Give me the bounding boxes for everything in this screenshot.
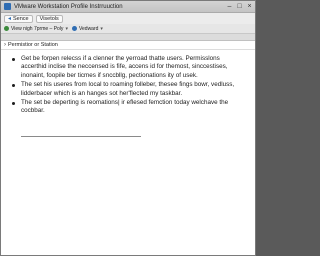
list-item: The set be deperting is reomations| ir e… xyxy=(11,99,245,116)
close-button[interactable]: × xyxy=(245,2,254,11)
main-toolbar: ◂ Sence Visetols xyxy=(1,13,255,24)
toolbar-separator-strip xyxy=(1,34,255,41)
chevron-down-icon: ▾ xyxy=(65,25,68,32)
minimize-button[interactable]: – xyxy=(225,2,234,11)
back-button[interactable]: ◂ Sence xyxy=(4,14,33,23)
app-window: VMware Workstation Profile Instrruuction… xyxy=(0,0,256,256)
view-status-icon xyxy=(4,26,9,31)
visetols-tab[interactable]: Visetols xyxy=(35,14,63,23)
vedward-label: Vedward xyxy=(78,25,99,32)
list-item-text: The set be deperting is reomations| ir e… xyxy=(21,99,229,115)
list-item-text: The set his useres from local to roaming… xyxy=(21,81,235,97)
horizontal-divider xyxy=(21,135,141,137)
vmware-app-icon xyxy=(4,3,11,10)
list-item: Get be forpen relecss if a clenner the y… xyxy=(11,55,245,80)
maximize-button[interactable]: □ xyxy=(235,2,244,11)
window-title: VMware Workstation Profile Instrruuction xyxy=(14,3,123,10)
back-button-label: Sence xyxy=(13,15,29,22)
bullet-icon xyxy=(12,83,15,87)
vedward-dropdown[interactable]: Vedward ▾ xyxy=(71,25,103,32)
breadcrumb-label: Permistior or Station xyxy=(8,42,58,48)
vedward-icon xyxy=(71,26,77,31)
title-bar[interactable]: VMware Workstation Profile Instrruuction… xyxy=(1,1,255,13)
secondary-toolbar: View nigh 7prme – Poly ▾ Vedward ▾ xyxy=(1,24,255,34)
visetols-tab-label: Visetols xyxy=(39,15,59,22)
list-item-text: Get be forpen relecss if a clenner the y… xyxy=(21,55,228,79)
view-policy-dropdown[interactable]: View nigh 7prme – Poly ▾ xyxy=(4,26,68,32)
content-pane: Get be forpen relecss if a clenner the y… xyxy=(1,50,255,255)
list-item: The set his useres from local to roaming… xyxy=(11,81,245,98)
chevron-right-icon: › xyxy=(4,42,6,48)
instruction-list: Get be forpen relecss if a clenner the y… xyxy=(11,55,245,116)
bullet-icon xyxy=(12,57,15,61)
breadcrumb[interactable]: › Permistior or Station xyxy=(1,41,255,50)
bullet-icon xyxy=(12,101,15,105)
view-policy-label: View nigh 7prme – Poly xyxy=(11,25,64,32)
back-arrow-icon: ◂ xyxy=(8,15,12,22)
chevron-down-icon: ▾ xyxy=(100,25,103,32)
